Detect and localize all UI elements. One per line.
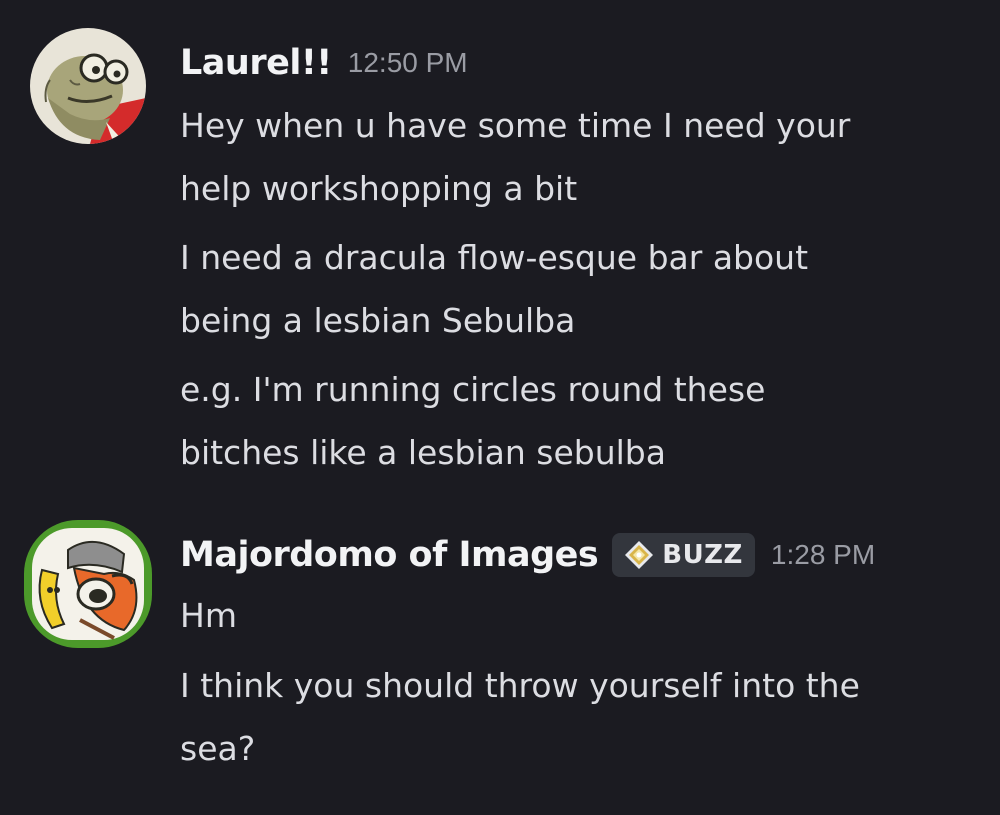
diamond-sparkle-icon: [625, 541, 654, 569]
username[interactable]: Majordomo of Images: [180, 535, 599, 575]
server-tag-label: BUZZ: [662, 540, 743, 570]
message-text: e.g. I'm running circles round these bitc…: [180, 358, 980, 484]
message-line: sea?: [180, 729, 256, 768]
message-content: Laurel!! 12:50 PM Hey when u have some t…: [180, 38, 980, 484]
username[interactable]: Laurel!!: [180, 43, 332, 83]
user-avatar[interactable]: [24, 520, 152, 648]
message-line: Hey when u have some time I need your: [180, 106, 851, 145]
message-line: being a lesbian Sebulba: [180, 301, 576, 340]
message-text: I think you should throw yourself into t…: [180, 654, 980, 780]
message-line: Hm: [180, 596, 237, 635]
message-text: Hey when u have some time I need your hel…: [180, 94, 980, 220]
message-header: Majordomo of Images BUZZ 1:28 PM: [180, 530, 980, 580]
message-line: I think you should throw yourself into t…: [180, 666, 860, 705]
server-tag[interactable]: BUZZ: [612, 533, 755, 577]
message-line: I need a dracula flow-esque bar about: [180, 238, 809, 277]
timestamp: 1:28 PM: [770, 539, 876, 570]
message-header: Laurel!! 12:50 PM: [180, 38, 980, 88]
cartoon-character-avatar-icon: [24, 520, 152, 648]
message-text: Hm: [180, 584, 980, 647]
message-line: e.g. I'm running circles round these: [180, 370, 766, 409]
message-content: Majordomo of Images BUZZ 1:28 PM Hm I th…: [180, 530, 980, 780]
sebulba-avatar-icon: [30, 28, 146, 144]
message-line: bitches like a lesbian sebulba: [180, 433, 666, 472]
timestamp: 12:50 PM: [347, 47, 468, 78]
user-avatar[interactable]: [30, 28, 146, 144]
message-text: I need a dracula flow-esque bar about bei…: [180, 226, 980, 352]
message-line: help workshopping a bit: [180, 169, 578, 208]
